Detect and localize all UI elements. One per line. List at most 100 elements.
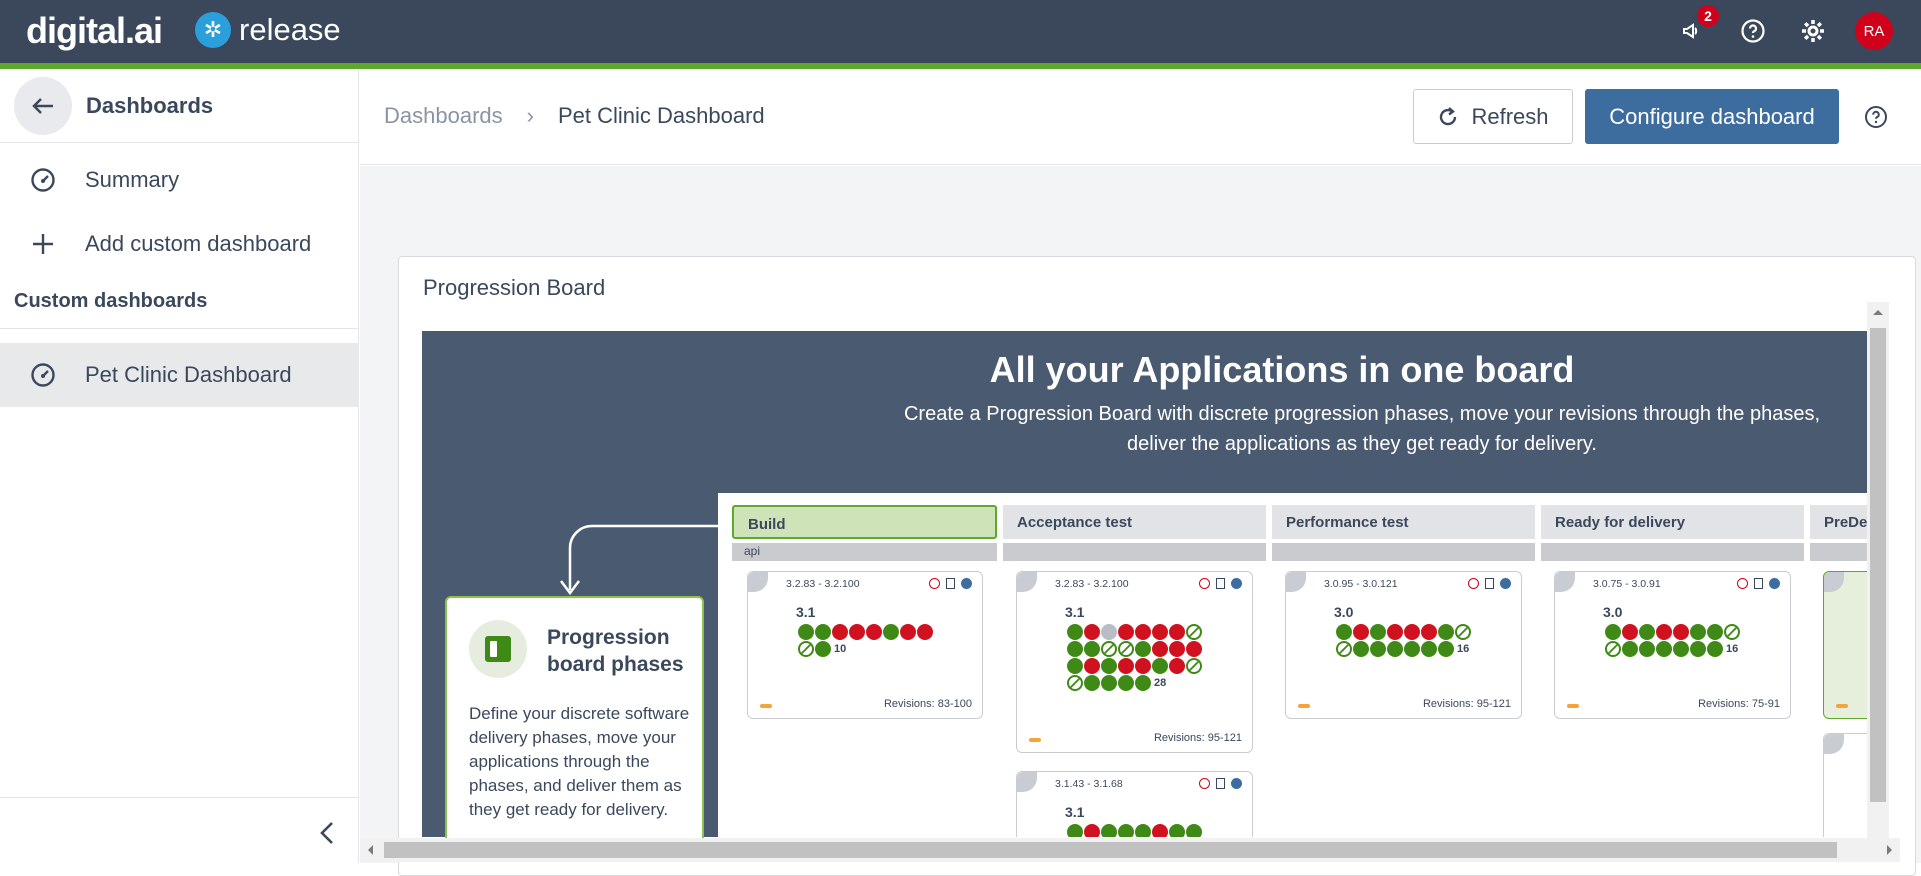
sidebar: Dashboards Summary Add custom dashboard … (0, 69, 359, 863)
card-corner (1286, 572, 1306, 592)
refresh-button[interactable]: Refresh (1413, 89, 1573, 144)
vertical-scrollbar[interactable] (1867, 302, 1889, 838)
sidebar-item-add-custom-dashboard[interactable]: Add custom dashboard (0, 212, 359, 276)
user-avatar[interactable]: RA (1855, 12, 1893, 50)
release-logo-text: release (239, 12, 341, 47)
digital-ai-logo[interactable]: digital.ai (26, 10, 163, 52)
connector-arrow (560, 524, 722, 596)
sidebar-bottom-divider (0, 797, 359, 798)
configure-dashboard-button[interactable]: Configure dashboard (1585, 89, 1839, 144)
page-header: Dashboards › Pet Clinic Dashboard Refres… (360, 69, 1921, 165)
horizontal-scrollbar[interactable] (360, 838, 1900, 862)
revision-dots (1067, 824, 1207, 837)
revision-card: 3.0.95 - 3.0.121 3.0 16 Revisions: 95-12… (1285, 571, 1522, 719)
board-title: All your Applications in one board (989, 349, 1575, 390)
card-version: 3.1 (1065, 604, 1085, 620)
board-subtitle-line-2: deliver the applications as they get rea… (1127, 433, 1597, 455)
card-revisions: Revisions: 95-121 (1422, 698, 1511, 710)
revision-card: 3.1.43 - 3.1.68 3.1 (1016, 771, 1253, 837)
revision-dots: 16 (1605, 624, 1745, 657)
phases-card-title: Progression board phases (547, 626, 684, 676)
pin-icon (1298, 704, 1310, 708)
board-subtitle: Create a Progression Board with discrete… (862, 399, 1862, 459)
revision-card (1823, 571, 1868, 719)
card-range: 3.2.83 - 3.2.100 (1055, 578, 1129, 590)
scroll-up-arrow-icon[interactable] (1872, 308, 1884, 316)
lane-bar (1272, 543, 1535, 561)
card-version: 3.0 (1334, 604, 1354, 620)
collapse-sidebar-button[interactable] (312, 818, 342, 848)
pin-icon (1836, 704, 1848, 708)
phase-header-build: Build (732, 505, 997, 539)
sidebar-item-label: Add custom dashboard (85, 231, 312, 256)
error-icon (1737, 578, 1748, 589)
dot-count: 10 (834, 643, 847, 655)
arrow-left-icon (32, 97, 53, 114)
card-range: 3.0.75 - 3.0.91 (1593, 578, 1661, 590)
top-navigation-bar: digital.ai ✲ release 2 RA (0, 0, 1921, 63)
release-logo-icon: ✲ (195, 12, 231, 48)
dashboard-gauge-icon (29, 361, 57, 389)
phases-card-description: Define your discrete software delivery p… (469, 704, 690, 819)
card-version: 3.0 (1603, 604, 1623, 620)
dot-count: 28 (1154, 677, 1167, 689)
card-corner (748, 572, 768, 592)
sidebar-header: Dashboards (0, 69, 359, 143)
scroll-left-arrow-icon[interactable] (366, 844, 374, 856)
revision-dots: 28 (1067, 624, 1207, 691)
board-preview: Build Acceptance test Performance test R… (718, 493, 1868, 837)
breadcrumb-separator-icon: › (526, 103, 534, 128)
card-revisions: Revisions: 83-100 (883, 698, 972, 710)
error-icon (1199, 778, 1210, 789)
help-circle-icon (1865, 106, 1887, 128)
dot-count: 16 (1457, 643, 1470, 655)
card-corner (1017, 772, 1037, 792)
refresh-button-label: Refresh (1471, 103, 1549, 129)
revision-card: 3.0.75 - 3.0.91 3.0 16 Revisions: 75-91 (1554, 571, 1791, 719)
refresh-icon (1440, 106, 1457, 125)
document-icon (1216, 778, 1225, 789)
release-logo[interactable]: ✲ release (195, 12, 341, 48)
custom-dashboards-heading: Custom dashboards (14, 290, 208, 312)
revision-dots: 16 (1336, 624, 1476, 657)
sidebar-item-summary[interactable]: Summary (0, 148, 359, 212)
progression-phases-card: Progression board phases Define your dis… (445, 596, 704, 856)
document-icon (1754, 578, 1763, 589)
page-help-button[interactable] (1863, 104, 1889, 130)
card-status-icons (1199, 778, 1242, 789)
vertical-scrollbar-thumb[interactable] (1870, 328, 1886, 802)
card-range: 3.1.43 - 3.1.68 (1055, 778, 1123, 790)
revision-card (1823, 733, 1868, 837)
chevron-left-icon (320, 822, 333, 844)
breadcrumb-dashboards-link[interactable]: Dashboards (384, 103, 503, 129)
card-status-icons (1468, 578, 1511, 589)
lane-bar (1003, 543, 1266, 561)
back-button[interactable] (14, 76, 72, 135)
card-corner (1824, 572, 1844, 592)
scroll-right-arrow-icon[interactable] (1886, 844, 1894, 856)
sidebar-item-label: Summary (85, 167, 180, 192)
help-button[interactable] (1735, 13, 1771, 49)
card-corner (1824, 734, 1844, 754)
lane-label: api (732, 543, 997, 561)
settings-button[interactable] (1795, 13, 1831, 49)
sidebar-divider (0, 328, 359, 329)
horizontal-scrollbar-thumb[interactable] (384, 842, 1837, 858)
pin-icon (760, 704, 772, 708)
lane-bar (1541, 543, 1804, 561)
board-phases-icon (469, 620, 527, 678)
notification-count-badge: 2 (1697, 5, 1719, 27)
tile-title: Progression Board (423, 275, 606, 300)
revision-card: 3.2.83 - 3.2.100 3.1 10 Revisions: 83-10… (747, 571, 983, 719)
pin-icon (1029, 738, 1041, 742)
notifications-button[interactable]: 2 (1675, 5, 1719, 49)
dot-count: 16 (1726, 643, 1739, 655)
document-icon (1485, 578, 1494, 589)
sidebar-item-pet-clinic-dashboard[interactable]: Pet Clinic Dashboard (0, 343, 359, 407)
sidebar-title: Dashboards (86, 92, 214, 118)
phase-header-predelivery: PreDe (1810, 505, 1868, 539)
breadcrumb: Dashboards › Pet Clinic Dashboard (384, 103, 765, 129)
card-range: 3.2.83 - 3.2.100 (786, 578, 860, 590)
check-icon (1231, 578, 1242, 589)
card-corner (1555, 572, 1575, 592)
